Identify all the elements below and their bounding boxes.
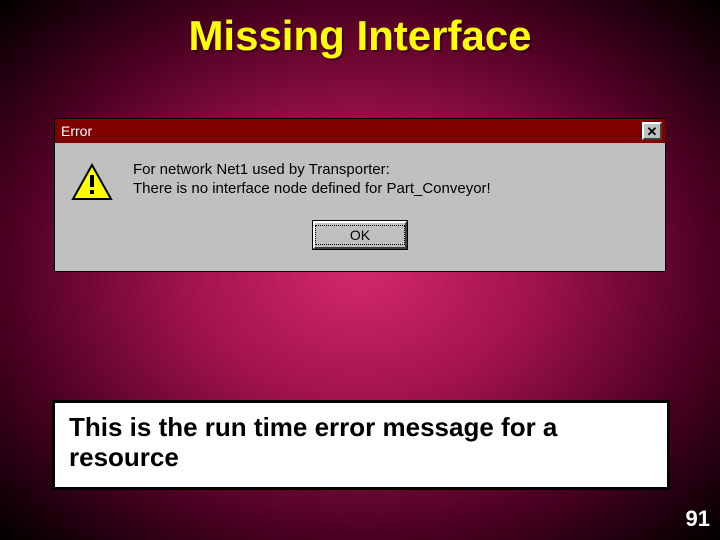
ok-button-label: OK (315, 225, 405, 245)
dialog-message: For network Net1 used by Transporter: Th… (133, 161, 491, 201)
message-line-1: For network Net1 used by Transporter: (133, 161, 491, 178)
error-dialog: Error ✕ For network Net1 used by Transpo… (54, 118, 666, 272)
warning-icon (71, 163, 113, 201)
ok-button[interactable]: OK (313, 221, 407, 249)
page-number: 91 (686, 506, 710, 532)
message-line-2: There is no interface node defined for P… (133, 180, 491, 197)
dialog-titlebar: Error ✕ (55, 119, 665, 143)
close-button[interactable]: ✕ (642, 122, 662, 140)
slide-title: Missing Interface (0, 0, 720, 60)
close-icon: ✕ (647, 125, 658, 138)
caption-box: This is the run time error message for a… (52, 400, 670, 490)
dialog-title-text: Error (61, 123, 92, 139)
